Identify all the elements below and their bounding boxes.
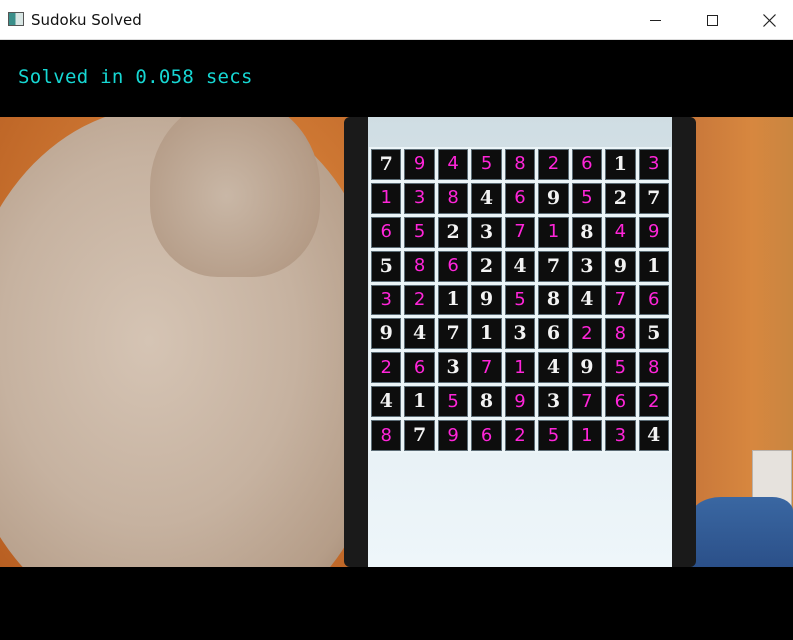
sudoku-cell-solved: 5 (471, 149, 502, 180)
sudoku-cell-given: 6 (538, 318, 569, 350)
sudoku-cell-given: 9 (605, 250, 636, 282)
sudoku-cell-given: 1 (437, 284, 469, 316)
sudoku-cell-given: 4 (538, 352, 569, 384)
sudoku-cell-solved: 2 (571, 318, 603, 350)
sudoku-cell-solved: 7 (504, 216, 536, 248)
sudoku-cell-solved: 3 (371, 284, 402, 316)
sudoku-cell-given: 7 (538, 250, 569, 282)
sudoku-cell-solved: 2 (638, 386, 669, 418)
sudoku-cell-given: 9 (471, 284, 502, 316)
sudoku-cell-given: 9 (371, 318, 402, 350)
sudoku-cell-given: 3 (538, 386, 569, 418)
sudoku-grid: 7945826131384695276523718495862473913219… (369, 147, 671, 453)
sudoku-cell-given: 3 (504, 318, 536, 350)
sudoku-cell-solved: 1 (538, 216, 569, 248)
sudoku-cell-solved: 2 (504, 420, 536, 451)
sudoku-cell-solved: 7 (571, 386, 603, 418)
sudoku-cell-solved: 8 (371, 420, 402, 451)
sudoku-cell-solved: 2 (371, 352, 402, 384)
sudoku-cell-solved: 5 (571, 182, 603, 214)
solve-time-status: Solved in 0.058 secs (18, 66, 253, 88)
sudoku-cell-solved: 8 (404, 250, 435, 282)
sudoku-cell-solved: 4 (605, 216, 636, 248)
maximize-icon (706, 14, 718, 26)
sudoku-cell-given: 7 (404, 420, 435, 451)
sudoku-cell-solved: 6 (638, 284, 669, 316)
sudoku-cell-solved: 4 (437, 149, 469, 180)
minimize-button[interactable] (626, 0, 684, 40)
title-bar: Sudoku Solved (0, 0, 793, 40)
sudoku-cell-given: 4 (371, 386, 402, 418)
sudoku-cell-given: 1 (471, 318, 502, 350)
sudoku-cell-given: 4 (504, 250, 536, 282)
sudoku-cell-solved: 1 (504, 352, 536, 384)
app-icon (8, 12, 24, 26)
sudoku-cell-solved: 6 (571, 149, 603, 180)
sudoku-cell-given: 8 (471, 386, 502, 418)
sudoku-cell-given: 4 (638, 420, 669, 451)
window-title: Sudoku Solved (31, 11, 142, 29)
sudoku-cell-given: 3 (437, 352, 469, 384)
sudoku-cell-solved: 6 (504, 182, 536, 214)
sudoku-cell-given: 8 (571, 216, 603, 248)
sudoku-cell-given: 9 (538, 182, 569, 214)
sudoku-cell-given: 2 (471, 250, 502, 282)
sudoku-cell-solved: 8 (605, 318, 636, 350)
blue-cloth (690, 497, 793, 567)
sudoku-cell-solved: 5 (504, 284, 536, 316)
sudoku-cell-solved: 3 (638, 149, 669, 180)
sudoku-cell-solved: 6 (371, 216, 402, 248)
close-icon (762, 13, 776, 27)
minimize-icon (649, 19, 661, 21)
sudoku-cell-solved: 8 (504, 149, 536, 180)
sudoku-cell-given: 7 (371, 149, 402, 180)
sudoku-cell-solved: 5 (538, 420, 569, 451)
sudoku-cell-solved: 8 (437, 182, 469, 214)
sudoku-cell-solved: 5 (437, 386, 469, 418)
sudoku-cell-solved: 6 (437, 250, 469, 282)
sudoku-cell-solved: 9 (404, 149, 435, 180)
sudoku-cell-solved: 8 (638, 352, 669, 384)
sudoku-cell-solved: 3 (605, 420, 636, 451)
bottom-band (0, 567, 793, 640)
sudoku-cell-given: 1 (605, 149, 636, 180)
sudoku-cell-given: 4 (471, 182, 502, 214)
sudoku-cell-solved: 3 (404, 182, 435, 214)
thumb (150, 117, 320, 277)
sudoku-cell-solved: 6 (471, 420, 502, 451)
sudoku-cell-solved: 9 (638, 216, 669, 248)
sudoku-cell-solved: 6 (404, 352, 435, 384)
sudoku-cell-given: 7 (437, 318, 469, 350)
sudoku-cell-given: 4 (571, 284, 603, 316)
sudoku-cell-given: 5 (371, 250, 402, 282)
sudoku-cell-given: 5 (638, 318, 669, 350)
sudoku-cell-given: 9 (571, 352, 603, 384)
close-button[interactable] (740, 0, 793, 40)
sudoku-cell-given: 3 (471, 216, 502, 248)
sudoku-cell-solved: 5 (605, 352, 636, 384)
sudoku-cell-given: 4 (404, 318, 435, 350)
sudoku-cell-solved: 5 (404, 216, 435, 248)
sudoku-cell-given: 2 (605, 182, 636, 214)
sudoku-cell-solved: 9 (437, 420, 469, 451)
sudoku-cell-given: 1 (404, 386, 435, 418)
sudoku-cell-solved: 9 (504, 386, 536, 418)
sudoku-cell-solved: 2 (404, 284, 435, 316)
maximize-button[interactable] (683, 0, 741, 40)
sudoku-cell-solved: 7 (605, 284, 636, 316)
sudoku-cell-solved: 1 (571, 420, 603, 451)
sudoku-cell-given: 7 (638, 182, 669, 214)
sudoku-cell-given: 8 (538, 284, 569, 316)
sudoku-cell-given: 2 (437, 216, 469, 248)
sudoku-cell-solved: 2 (538, 149, 569, 180)
sudoku-cell-solved: 1 (371, 182, 402, 214)
sudoku-cell-given: 1 (638, 250, 669, 282)
sudoku-cell-solved: 7 (471, 352, 502, 384)
sudoku-cell-given: 3 (571, 250, 603, 282)
camera-feed: 7945826131384695276523718495862473913219… (0, 117, 793, 567)
sudoku-cell-solved: 6 (605, 386, 636, 418)
